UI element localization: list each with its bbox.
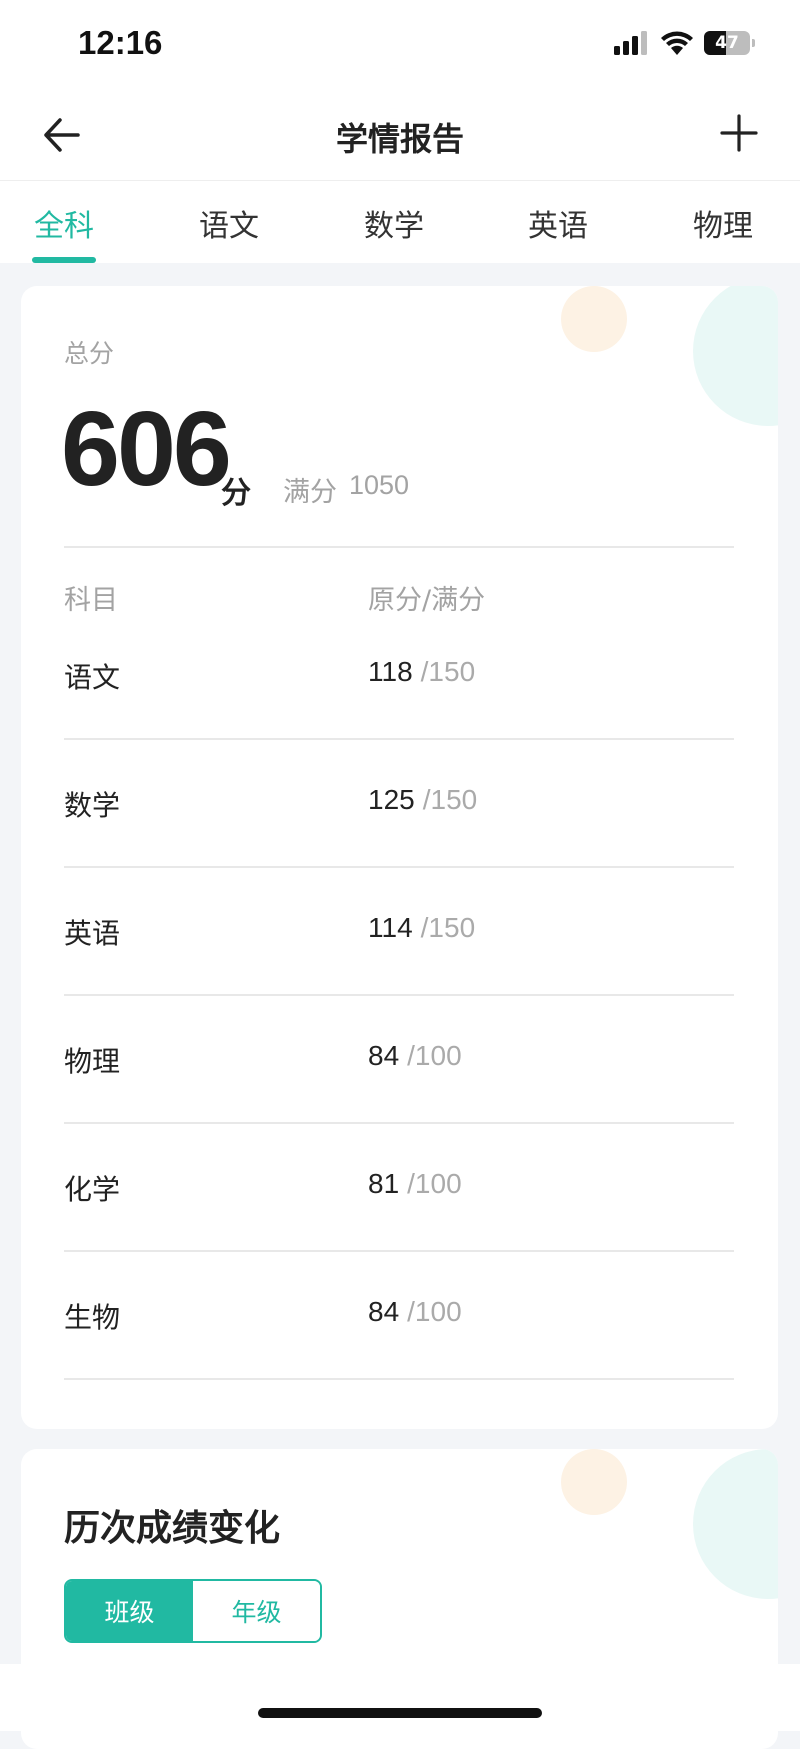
- raw-score: 84: [368, 1040, 400, 1071]
- tab-physics[interactable]: 物理: [663, 201, 783, 245]
- raw-score: 114: [368, 912, 413, 943]
- table-row: 英语 114/150: [64, 912, 734, 1040]
- row-divider: [64, 994, 734, 996]
- table-row: 化学 81/100: [64, 1168, 734, 1296]
- subject-name: 语文: [64, 661, 121, 694]
- score-summary-card: 总分 606 分 满分 1050 科目 原分/满分 语文 118/150 数学 …: [21, 286, 778, 1429]
- max-score: /150: [422, 784, 478, 815]
- cellular-signal-icon: [614, 31, 647, 55]
- divider: [64, 546, 734, 548]
- subject-score: 81/100: [368, 1168, 462, 1200]
- max-score: /100: [407, 1168, 462, 1199]
- raw-score: 84: [368, 1296, 400, 1327]
- raw-score: 118: [368, 656, 413, 687]
- total-score-value: 606: [61, 390, 232, 508]
- plus-icon[interactable]: [716, 110, 762, 156]
- column-header-score: 原分/满分: [368, 585, 486, 616]
- wifi-icon: [661, 31, 693, 55]
- tab-math[interactable]: 数学: [334, 201, 454, 245]
- home-indicator-area: [0, 1664, 800, 1731]
- tab-all[interactable]: 全科: [4, 201, 124, 245]
- full-score-value: 1050: [349, 470, 410, 500]
- total-score-unit: 分: [221, 476, 251, 511]
- subject-score: 84/100: [368, 1296, 462, 1328]
- row-divider: [64, 866, 734, 868]
- subject-name: 生物: [64, 1301, 121, 1334]
- subject-name: 化学: [64, 1173, 121, 1206]
- total-score-label: 总分: [64, 339, 115, 368]
- subject-score: 118/150: [368, 656, 475, 688]
- home-indicator[interactable]: [258, 1708, 542, 1718]
- row-divider: [64, 738, 734, 740]
- status-bar: 12:16 47: [0, 0, 800, 90]
- class-grade-toggle: 班级 年级: [64, 1579, 322, 1643]
- battery-level: 47: [715, 33, 739, 53]
- max-score: /150: [420, 912, 476, 943]
- history-section-title: 历次成绩变化: [64, 1508, 281, 1549]
- row-divider: [64, 1122, 734, 1124]
- subject-score: 125/150: [368, 784, 477, 816]
- max-score: /100: [407, 1296, 462, 1327]
- page-title: 学情报告: [335, 120, 464, 158]
- table-row: 物理 84/100: [64, 1040, 734, 1168]
- tab-active-indicator: [32, 257, 96, 263]
- subject-name: 数学: [64, 789, 121, 822]
- max-score: /100: [407, 1040, 462, 1071]
- subject-tabs: 全科 语文 数学 英语 物理: [0, 181, 800, 263]
- toggle-grade-button[interactable]: 年级: [193, 1581, 320, 1641]
- table-row: 生物 84/100: [64, 1296, 734, 1424]
- raw-score: 125: [368, 784, 415, 815]
- table-row: 数学 125/150: [64, 784, 734, 912]
- status-time: 12:16: [78, 24, 163, 61]
- tab-english[interactable]: 英语: [498, 201, 618, 245]
- max-score: /150: [420, 656, 476, 687]
- decorative-circle: [561, 286, 627, 352]
- decorative-circle: [561, 1449, 627, 1515]
- status-icons: 47: [614, 30, 755, 56]
- decorative-circle: [693, 286, 778, 426]
- raw-score: 81: [368, 1168, 400, 1199]
- subject-name: 物理: [64, 1045, 121, 1078]
- table-row: 语文 118/150: [64, 656, 734, 784]
- battery-icon: 47: [704, 31, 755, 55]
- subject-score: 84/100: [368, 1040, 462, 1072]
- subject-name: 英语: [64, 917, 121, 950]
- full-score-label: 满分: [283, 477, 337, 508]
- decorative-circle: [693, 1449, 778, 1599]
- row-divider: [64, 1250, 734, 1252]
- subject-score: 114/150: [368, 912, 475, 944]
- tab-chinese[interactable]: 语文: [169, 201, 289, 245]
- nav-bar: 学情报告: [0, 90, 800, 181]
- column-header-subject: 科目: [64, 585, 118, 616]
- toggle-class-button[interactable]: 班级: [66, 1581, 193, 1641]
- row-divider: [64, 1378, 734, 1380]
